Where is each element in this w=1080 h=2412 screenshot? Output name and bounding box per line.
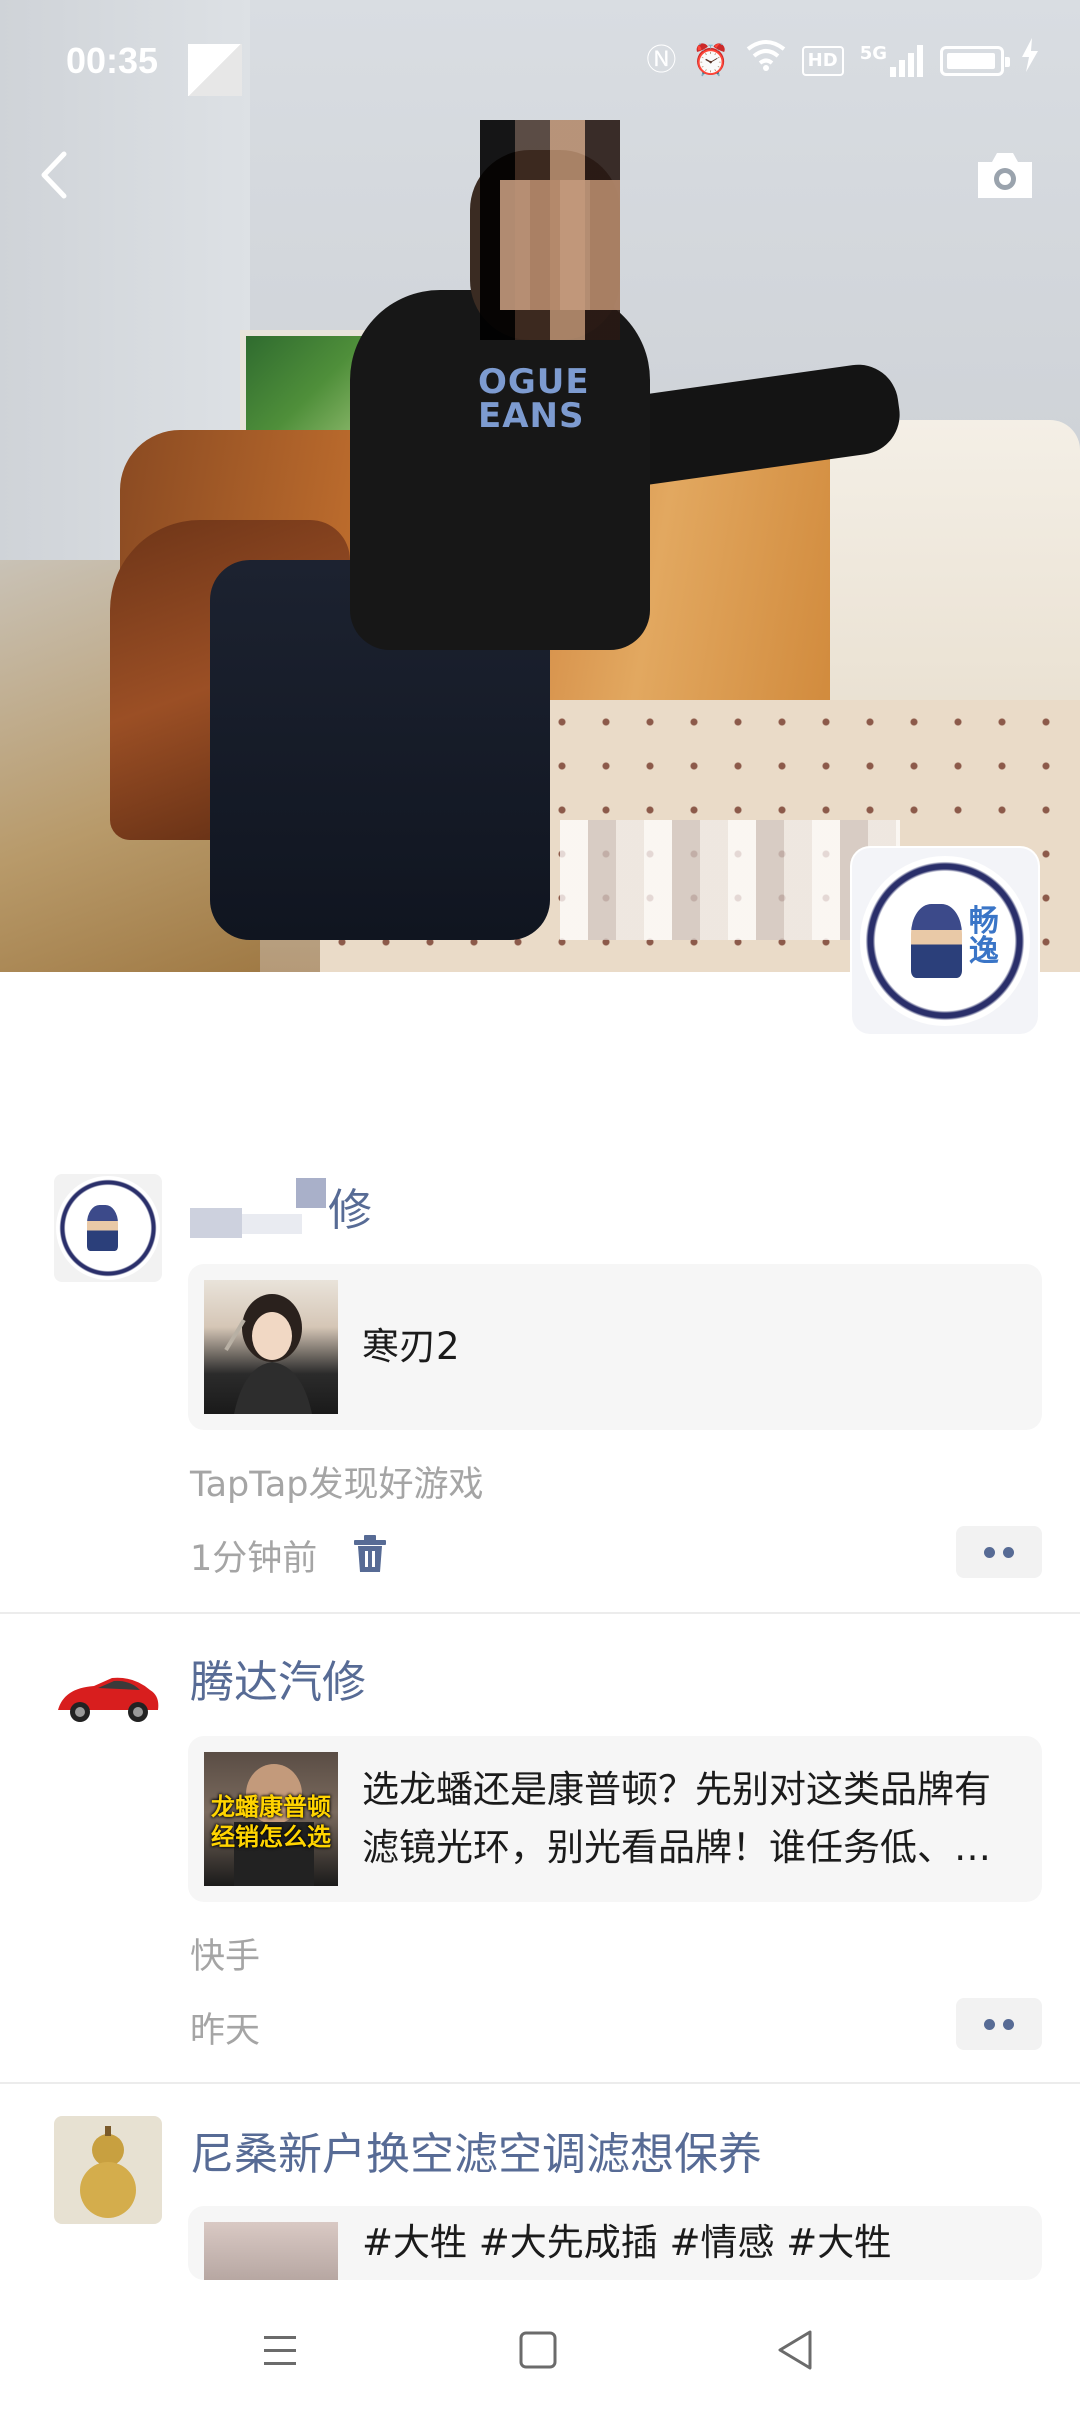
more-actions-button[interactable] (956, 1998, 1042, 2050)
shirt-print: OGUE EANS (478, 362, 590, 436)
back-nav-button[interactable] (766, 2320, 826, 2380)
status-icons: Ⓝ ⏰ HD 5G (646, 38, 1040, 83)
menu-icon (264, 2336, 296, 2365)
battery-icon (940, 45, 1010, 76)
post-avatar[interactable] (54, 2116, 162, 2224)
notification-icon (188, 44, 242, 96)
hd-icon: HD (801, 45, 844, 76)
delete-button[interactable] (352, 1534, 388, 1574)
shared-link-card[interactable]: 龙蟠康普顿 经销怎么选 选龙蟠还是康普顿？先别对这类品牌有滤镜光环，别光看品牌！… (188, 1736, 1042, 1902)
5g-signal-icon: 5G (860, 44, 924, 77)
profile-avatar[interactable]: 畅逸 (852, 848, 1038, 1034)
chevron-left-icon (41, 151, 67, 199)
shared-link-card[interactable]: 寒刃2 (188, 1264, 1042, 1430)
wifi-icon (746, 39, 786, 82)
post-source[interactable]: 快手 (190, 1928, 260, 1979)
pixelated-watermark (560, 820, 900, 940)
home-button[interactable] (508, 2320, 568, 2380)
menu-button[interactable] (250, 2320, 310, 2380)
thumbnail-caption: 龙蟠康普顿 经销怎么选 (211, 1793, 331, 1851)
post-author-name[interactable]: 尼桑新户换空滤空调滤想保养 (190, 2118, 762, 2182)
post-avatar[interactable] (54, 1644, 162, 1752)
post-avatar[interactable] (54, 1174, 162, 1282)
camera-button[interactable] (970, 140, 1040, 210)
post-time: 昨天 (190, 2011, 261, 2051)
card-title: 寒刃2 (362, 1325, 460, 1368)
status-time: 00:35 (66, 40, 159, 81)
divider (0, 2082, 1080, 2084)
shared-link-card[interactable]: #大牲 #大先成插 #情感 #大牲 (188, 2206, 1042, 2280)
alarm-icon: ⏰ (692, 42, 730, 78)
card-thumbnail (204, 1280, 338, 1414)
card-thumbnail (204, 2222, 338, 2280)
card-title: #大牲 #大先成插 #情感 #大牲 (362, 2221, 892, 2264)
post-time: 1分钟前 (190, 1539, 318, 1579)
gourd-icon (80, 2126, 136, 2218)
divider (0, 1612, 1080, 1614)
card-title: 选龙蟠还是康普顿？先别对这类品牌有滤镜光环，别光看品牌！谁任务低、… (362, 1768, 991, 1869)
nfc-icon: Ⓝ (646, 42, 677, 78)
trash-icon (354, 1535, 386, 1572)
system-navigation-bar (0, 2280, 1080, 2412)
triangle-back-icon (778, 2330, 812, 2370)
more-actions-button[interactable] (956, 1526, 1042, 1578)
status-bar: 00:35 Ⓝ ⏰ HD 5G (0, 0, 1080, 120)
charging-icon (1020, 38, 1040, 83)
red-car-icon (58, 1677, 159, 1722)
pixelated-face (480, 120, 620, 340)
post-author-name[interactable]: 修 (328, 1174, 372, 1238)
post-source[interactable]: TapTap发现好游戏 (190, 1456, 484, 1507)
post-author-name[interactable]: 腾达汽修 (190, 1646, 366, 1710)
moments-screen: OGUE EANS 00:35 Ⓝ ⏰ HD 5G 畅逸 修 寒刃2 TapTa… (0, 0, 1080, 2412)
back-button[interactable] (28, 140, 98, 210)
card-thumbnail: 龙蟠康普顿 经销怎么选 (204, 1752, 338, 1886)
cover-photo[interactable]: OGUE EANS (0, 0, 1080, 972)
square-home-icon (519, 2331, 557, 2369)
camera-icon (978, 153, 1032, 198)
